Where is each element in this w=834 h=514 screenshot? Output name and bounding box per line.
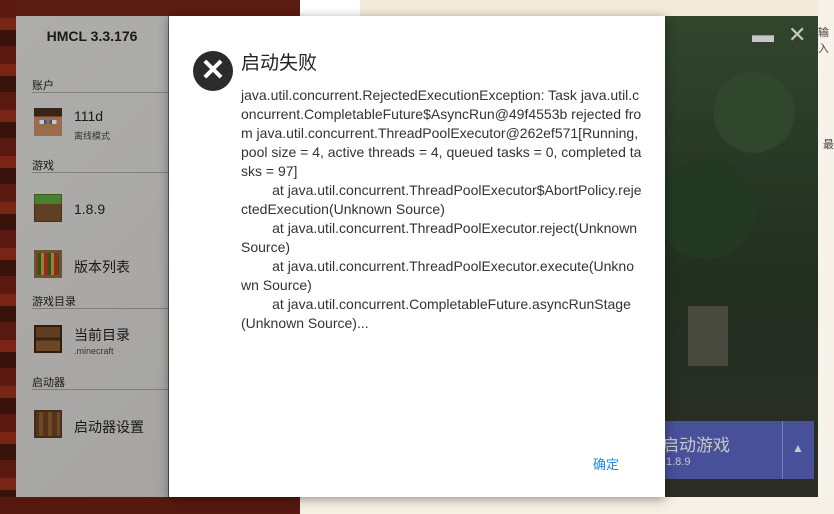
desktop-bottom-strip — [0, 497, 834, 514]
dialog-title: 启动失败 — [241, 53, 318, 74]
error-message: java.util.concurrent.RejectedExecutionEx… — [241, 87, 642, 331]
background-text: 输入 — [818, 27, 829, 55]
launch-failed-dialog: ✕ 启动失败 java.util.concurrent.RejectedExec… — [169, 16, 665, 497]
desktop-top-strip — [0, 0, 834, 16]
error-icon: ✕ — [193, 51, 233, 91]
background-text: 最 — [823, 139, 834, 151]
desktop-left-strip — [0, 0, 16, 514]
desktop-right-strip: 输入 最 — [818, 0, 834, 514]
ok-button[interactable]: 确定 — [593, 454, 619, 473]
